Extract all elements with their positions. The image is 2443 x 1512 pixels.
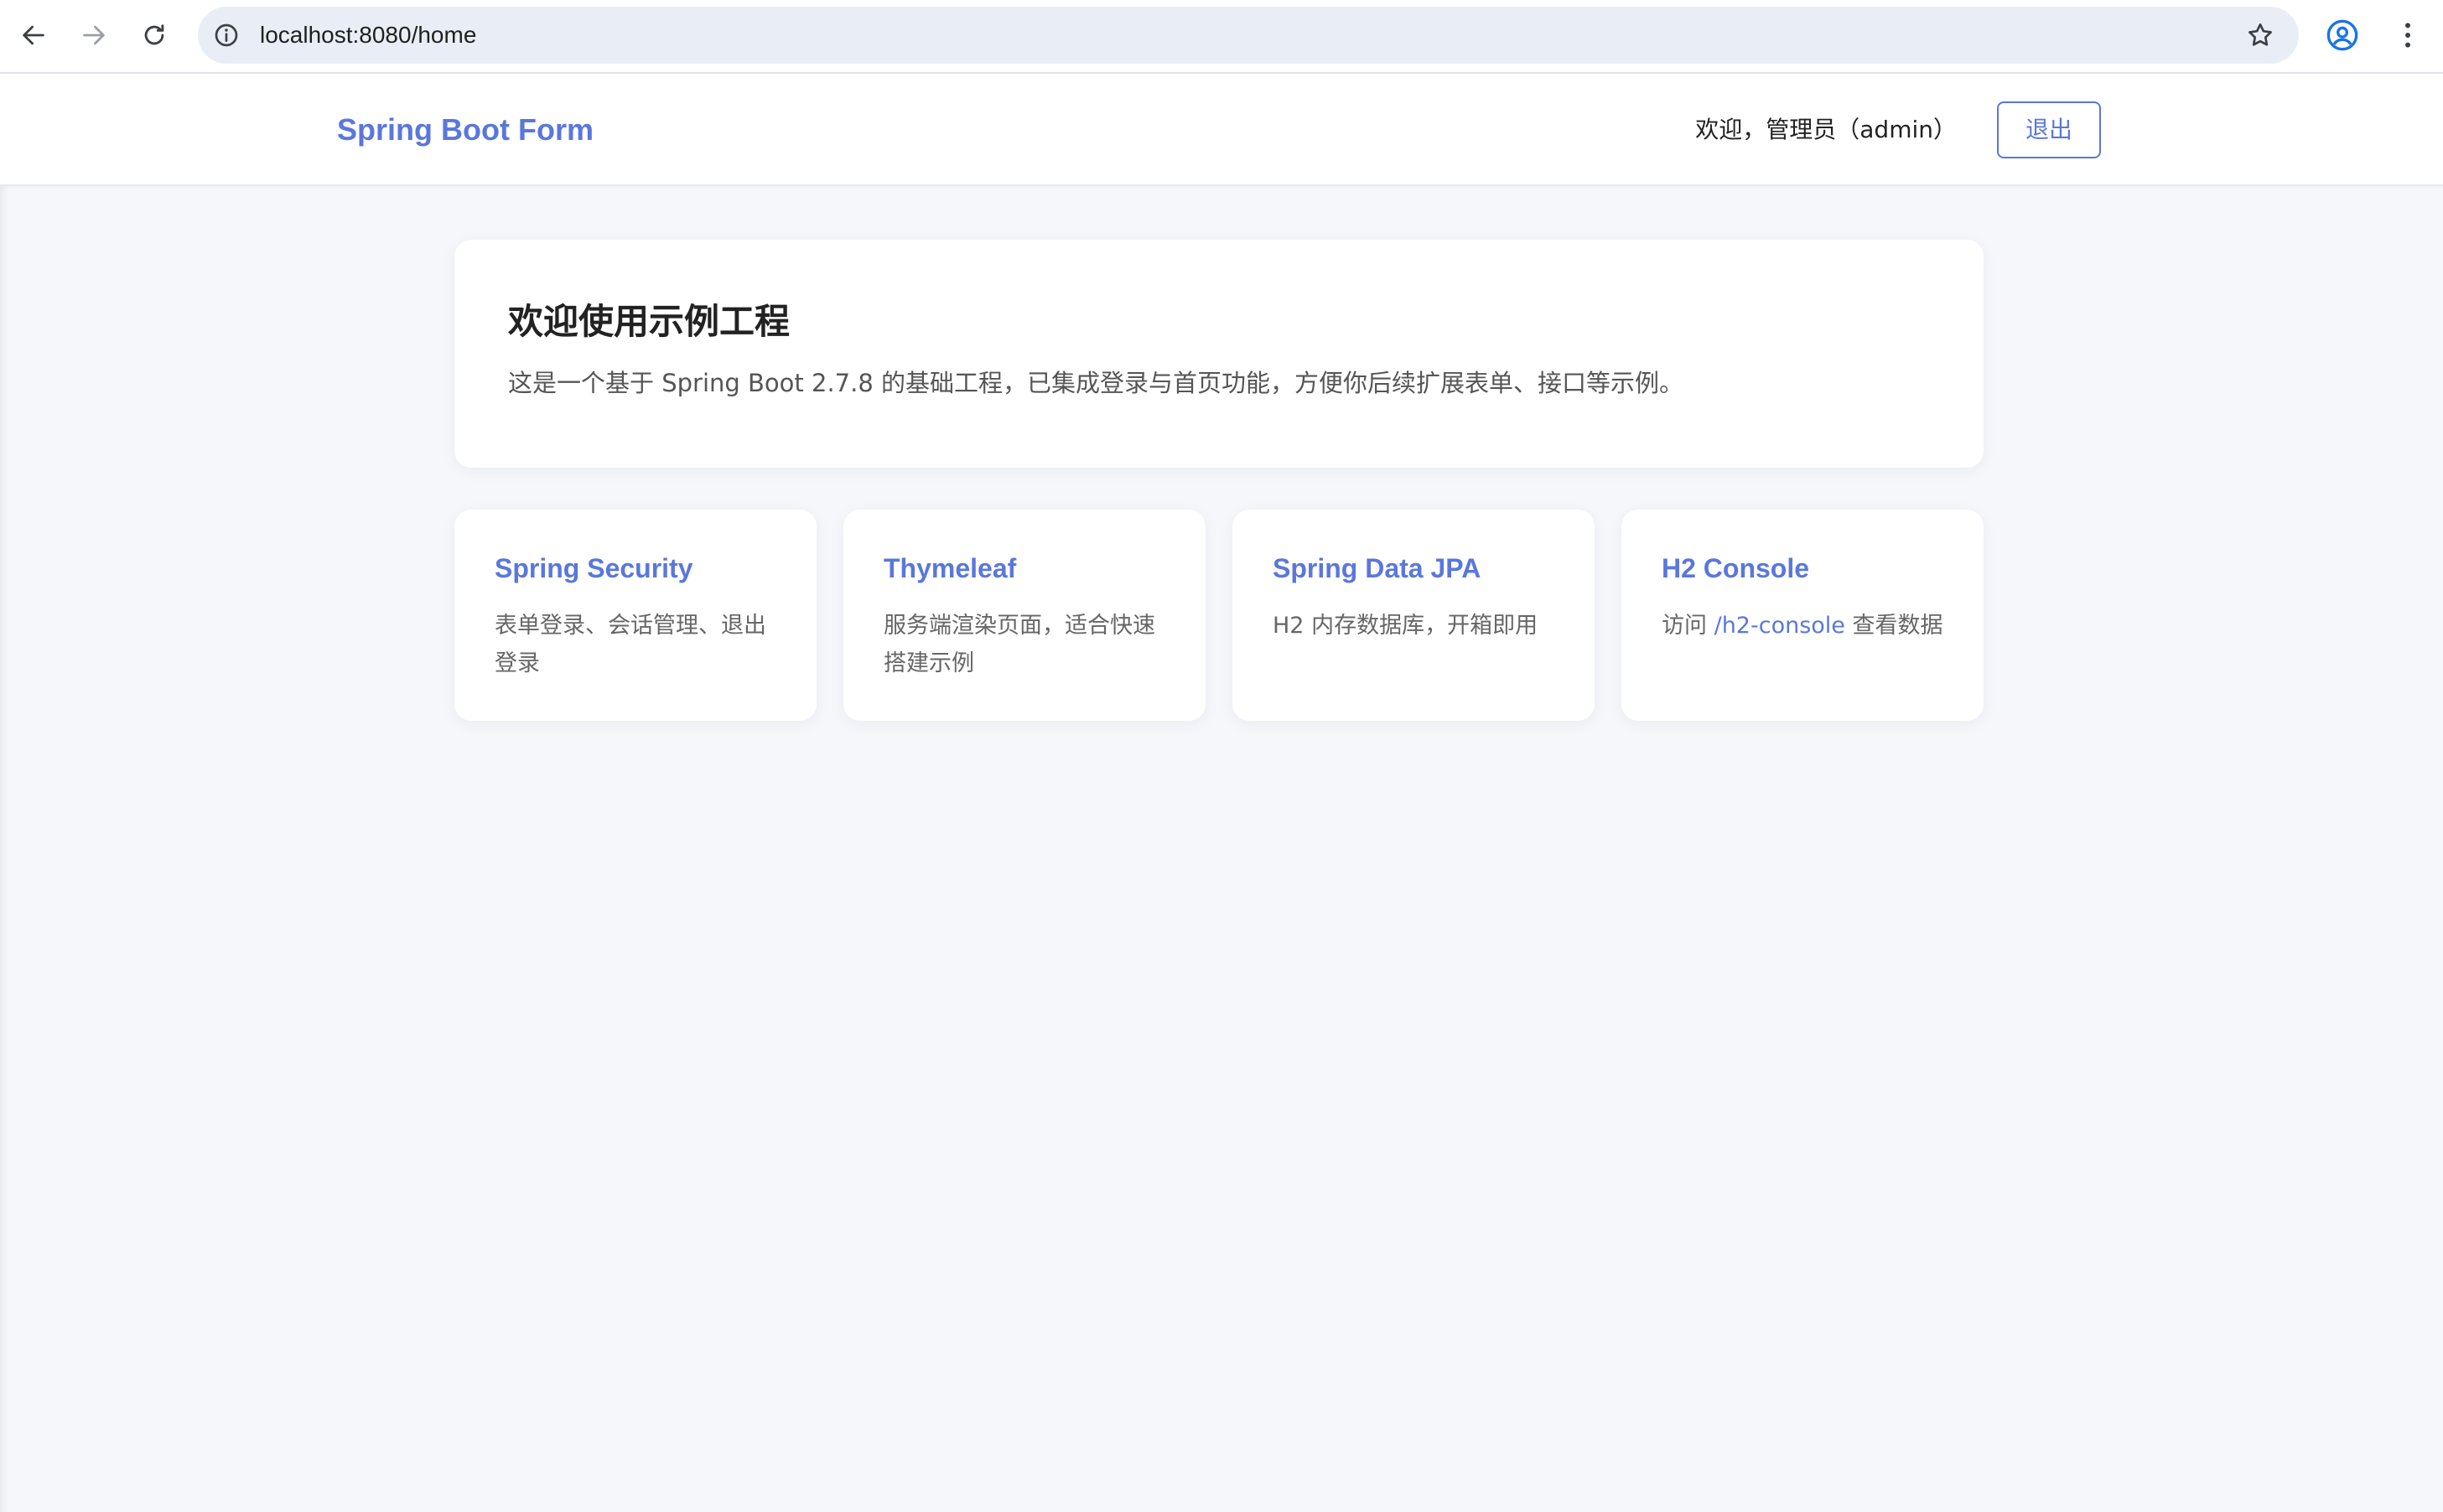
url-text[interactable]: localhost:8080/home (260, 7, 476, 64)
arrow-right-icon (83, 25, 105, 45)
page-description: 这是一个基于 Spring Boot 2.7.8 的基础工程，已集成登录与首页功… (508, 369, 1683, 397)
feature-card-spring-security: Spring Security 表单登录、会话管理、退出登录 (454, 510, 817, 721)
feature-description: H2 内存数据库，开箱即用 (1273, 613, 1538, 639)
feature-card-spring-data-jpa: Spring Data JPA H2 内存数据库，开箱即用 (1232, 510, 1595, 721)
feature-card-h2-console: H2 Console 访问 /h2-console 查看数据 (1621, 510, 1984, 721)
brand-logo[interactable]: Spring Boot Form (337, 74, 594, 186)
more-vert-icon[interactable] (2391, 18, 2425, 52)
reload-icon (144, 24, 164, 45)
feature-title: Thymeleaf (884, 553, 1017, 583)
reload-button[interactable] (132, 13, 176, 57)
welcome-card: 欢迎使用示例工程 这是一个基于 Spring Boot 2.7.8 的基础工程，… (454, 240, 1984, 468)
star-icon[interactable] (2245, 20, 2275, 50)
forward-button[interactable] (72, 13, 116, 57)
app-header: Spring Boot Form 欢迎，管理员（admin） 退出 (0, 74, 2443, 186)
window-edge (0, 74, 8, 1512)
feature-title: Spring Security (495, 553, 693, 583)
logout-button[interactable]: 退出 (1997, 101, 2101, 158)
welcome-message: 欢迎，管理员（admin） (1695, 116, 1957, 143)
feature-description: 访问 /h2-console 查看数据 (1662, 607, 1955, 645)
profile-icon[interactable] (2326, 18, 2359, 52)
description-suffix: 查看数据 (1844, 613, 1943, 639)
info-icon[interactable] (213, 22, 240, 49)
feature-card-thymeleaf: Thymeleaf 服务端渲染页面，适合快速搭建示例 (843, 510, 1206, 721)
feature-title: H2 Console (1662, 553, 1810, 583)
address-bar[interactable]: localhost:8080/home (198, 7, 2299, 64)
arrow-left-icon (23, 25, 44, 45)
browser-toolbar: localhost:8080/home (0, 0, 2443, 74)
feature-description: 服务端渲染页面，适合快速搭建示例 (884, 613, 1155, 676)
h2-console-link[interactable]: /h2-console (1714, 613, 1845, 639)
page-title: 欢迎使用示例工程 (508, 301, 791, 342)
feature-description: 表单登录、会话管理、退出登录 (495, 613, 766, 676)
back-button[interactable] (12, 13, 55, 57)
description-prefix: 访问 (1662, 613, 1714, 639)
feature-title: Spring Data JPA (1273, 553, 1481, 583)
